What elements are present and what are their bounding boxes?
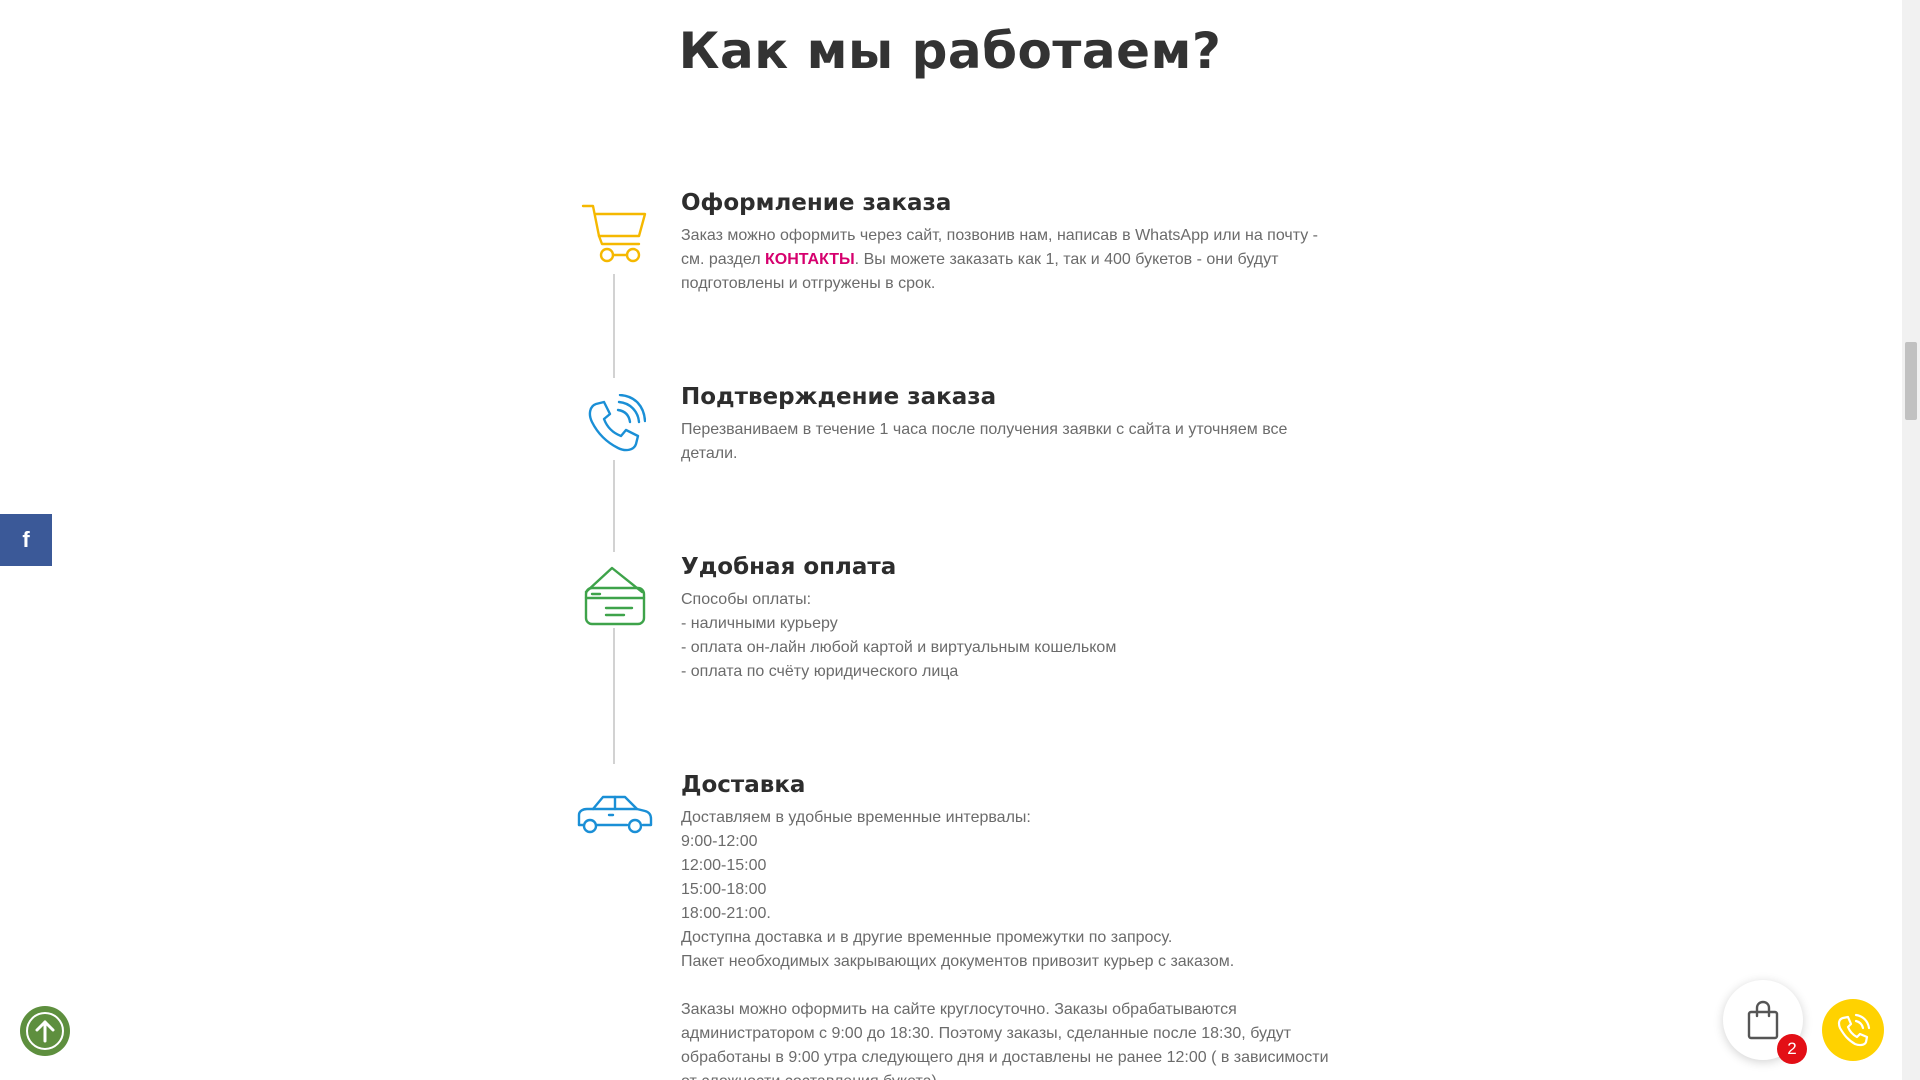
step-text-line: - наличными курьеру	[681, 615, 838, 632]
facebook-icon: f	[22, 527, 30, 552]
step-text-fragment: . Вы можете заказать как 1, так и 400 бу…	[854, 251, 1279, 268]
step-title: Подтверждение заказа	[681, 384, 997, 410]
step-text-line: 12:00-15:00	[681, 857, 767, 874]
page-title: Как мы работаем?	[678, 22, 1222, 80]
timeline-connector	[613, 460, 615, 552]
step-description: Способы оплаты: - наличными курьеру - оп…	[681, 588, 1331, 684]
step-text-line: от сложности составления букета).	[681, 1070, 1331, 1080]
step-text-line: администратором с 9:00 до 18:30. Поэтому…	[681, 1025, 1292, 1042]
step-description: Доставляем в удобные временные интервалы…	[681, 806, 1331, 1080]
scrollbar-thumb[interactable]	[1905, 342, 1917, 420]
cart-count-badge: 2	[1777, 1034, 1807, 1064]
step-title: Оформление заказа	[681, 190, 952, 216]
step-title: Удобная оплата	[681, 554, 897, 580]
step-text-line: 18:00-21:00.	[681, 905, 771, 922]
step-text-line: Заказы можно оформить на сайте круглосут…	[681, 1001, 1237, 1018]
step-text-line: детали.	[681, 445, 738, 462]
facebook-share-button[interactable]: f	[0, 514, 52, 566]
step-text-line: 9:00-12:00	[681, 833, 758, 850]
callback-button[interactable]	[1822, 999, 1884, 1061]
contacts-link[interactable]: КОНТАКТЫ	[765, 251, 855, 268]
step-text-line: Способы оплаты:	[681, 591, 812, 608]
step-text-line: 15:00-18:00	[681, 881, 767, 898]
step-text-fragment: см. раздел	[681, 251, 765, 268]
step-text-line: см. раздел КОНТАКТЫ. Вы можете заказать …	[681, 248, 1331, 272]
scroll-to-top-button[interactable]	[20, 1006, 70, 1056]
step-text-line: Пакет необходимых закрывающих документов…	[681, 953, 1235, 970]
timeline-connector	[613, 628, 615, 764]
step-title: Доставка	[681, 772, 806, 798]
step-description: Заказ можно оформить через сайт, позвони…	[681, 224, 1331, 296]
step-text-line: Перезваниваем в течение 1 часа после пол…	[681, 421, 1288, 438]
page-scrollbar[interactable]	[1902, 0, 1920, 1080]
page: Как мы работаем? Оформление заказа Заказ…	[0, 0, 1920, 1080]
shopping-bag-icon	[1747, 1000, 1779, 1040]
arrow-up-icon	[26, 1012, 64, 1050]
cart-icon	[572, 190, 656, 274]
payment-card-icon	[572, 554, 656, 638]
step-description: Перезваниваем в течение 1 часа после пол…	[681, 418, 1331, 466]
phone-icon	[572, 384, 656, 468]
step-text-line: обработаны в 9:00 утра следующего дня и …	[681, 1049, 1329, 1066]
car-icon	[572, 772, 656, 856]
step-text-line: - оплата по счёту юридического лица	[681, 663, 959, 680]
step-text-line: Доступна доставка и в другие временные п…	[681, 929, 1173, 946]
step-text-line: - оплата он-лайн любой картой и виртуаль…	[681, 639, 1117, 656]
step-text-line: подготовлены и отгружены в срок.	[681, 275, 936, 292]
phone-call-icon	[1837, 1013, 1871, 1047]
step-text-line: Доставляем в удобные временные интервалы…	[681, 809, 1031, 826]
step-text-line: Заказ можно оформить через сайт, позвони…	[681, 227, 1318, 244]
timeline-connector	[613, 274, 615, 378]
